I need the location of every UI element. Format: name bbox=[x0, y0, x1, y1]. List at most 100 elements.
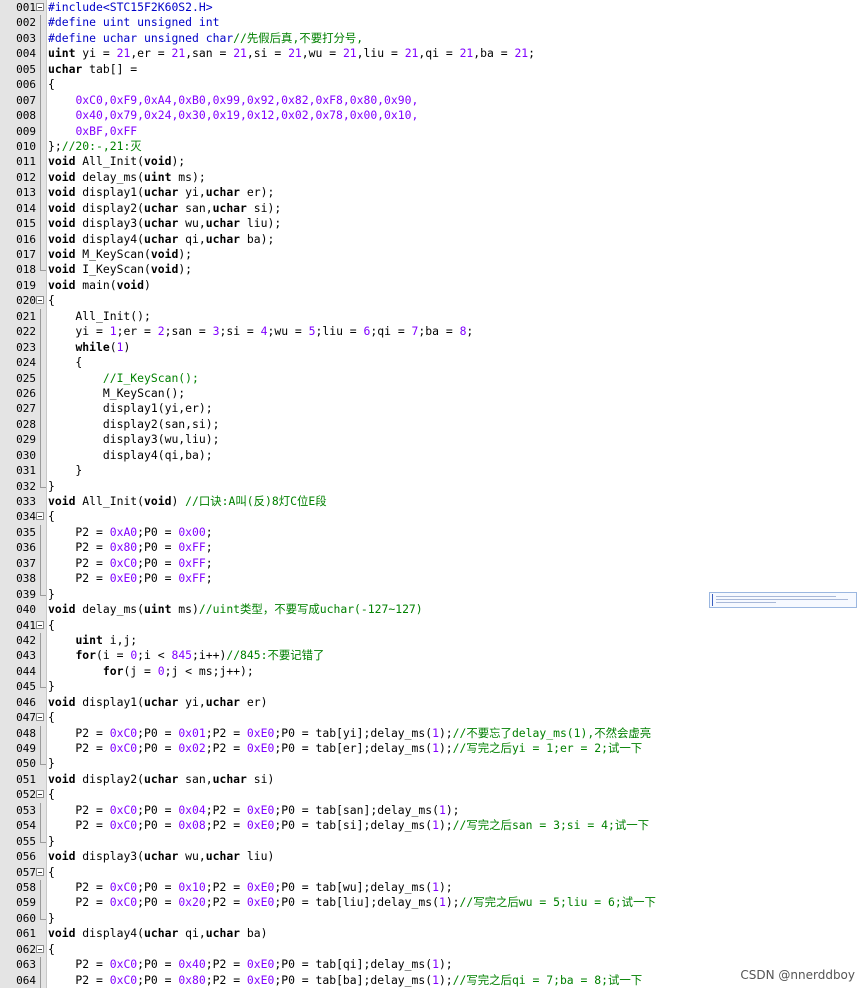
code-text[interactable]: } bbox=[48, 679, 55, 694]
code-text[interactable]: //I_KeyScan(); bbox=[48, 371, 199, 386]
code-line[interactable]: 058 P2 = 0xC0;P0 = 0x10;P2 = 0xE0;P0 = t… bbox=[0, 879, 865, 896]
code-text[interactable]: { bbox=[48, 865, 55, 880]
code-line[interactable]: 045} bbox=[0, 679, 865, 694]
code-text[interactable]: void I_KeyScan(void); bbox=[48, 262, 192, 277]
code-lines[interactable]: 001 #include<STC15F2K60S2.H> 002 #define ui… bbox=[0, 0, 865, 988]
code-text[interactable]: { bbox=[48, 710, 55, 725]
code-text[interactable]: 0xBF,0xFF bbox=[48, 124, 137, 139]
code-line[interactable]: 019 void main(void) bbox=[0, 278, 865, 293]
code-line[interactable]: 027 display1(yi,er); bbox=[0, 401, 865, 417]
code-line[interactable]: 008 0x40,0x79,0x24,0x30,0x19,0x12,0x02,0… bbox=[0, 108, 865, 124]
code-line[interactable]: 016 void display4(uchar qi,uchar ba); bbox=[0, 231, 865, 247]
code-line[interactable]: 034 { bbox=[0, 509, 865, 524]
code-line[interactable]: 035 P2 = 0xA0;P0 = 0x00; bbox=[0, 524, 865, 541]
code-line[interactable]: 010};//20:-,21:灭 bbox=[0, 138, 865, 155]
code-text[interactable]: display1(yi,er); bbox=[48, 401, 213, 416]
code-line[interactable]: 014 void display2(uchar san,uchar si); bbox=[0, 200, 865, 217]
code-line[interactable]: 052 { bbox=[0, 787, 865, 802]
code-text[interactable]: void display1(uchar yi,uchar er); bbox=[48, 185, 274, 200]
code-text[interactable]: for(i = 0;i < 845;i++)//845:不要记错了 bbox=[48, 648, 324, 663]
code-line[interactable]: 006 { bbox=[0, 77, 865, 93]
code-line[interactable]: 022 yi = 1;er = 2;san = 3;si = 4;wu = 5;… bbox=[0, 324, 865, 340]
code-line[interactable]: 061 void display4(uchar qi,uchar ba) bbox=[0, 926, 865, 941]
code-text[interactable]: void display3(uchar wu,uchar liu); bbox=[48, 216, 281, 231]
fold-toggle-icon[interactable] bbox=[36, 512, 44, 521]
code-text[interactable]: } bbox=[48, 463, 82, 478]
code-text[interactable]: P2 = 0xC0;P0 = 0x10;P2 = 0xE0;P0 = tab[w… bbox=[48, 880, 452, 895]
code-text[interactable]: void display2(uchar san,uchar si) bbox=[48, 772, 274, 787]
code-text[interactable]: void All_Init(void) //口诀:A叫(反)8灯C位E段 bbox=[48, 494, 327, 509]
code-line[interactable]: 038 P2 = 0xE0;P0 = 0xFF; bbox=[0, 571, 865, 587]
code-text[interactable]: { bbox=[48, 355, 82, 370]
code-line[interactable]: 015 void display3(uchar wu,uchar liu); bbox=[0, 216, 865, 232]
code-line[interactable]: 007 0xC0,0xF9,0xA4,0xB0,0x99,0x92,0x82,0… bbox=[0, 92, 865, 109]
code-line[interactable]: 009 0xBF,0xFF bbox=[0, 123, 865, 139]
code-line[interactable]: 044 for(j = 0;j < ms;j++); bbox=[0, 663, 865, 680]
fold-toggle-icon[interactable] bbox=[36, 296, 44, 305]
code-text[interactable]: uint i,j; bbox=[48, 633, 137, 648]
code-text[interactable]: void display1(uchar yi,uchar er) bbox=[48, 695, 267, 710]
code-text[interactable]: P2 = 0xC0;P0 = 0x20;P2 = 0xE0;P0 = tab[l… bbox=[48, 895, 655, 910]
code-text[interactable]: void display4(uchar qi,uchar ba) bbox=[48, 926, 267, 941]
code-line[interactable]: 049 P2 = 0xC0;P0 = 0x02;P2 = 0xE0;P0 = t… bbox=[0, 741, 865, 757]
code-text[interactable]: display4(qi,ba); bbox=[48, 448, 213, 463]
code-line[interactable]: 054 P2 = 0xC0;P0 = 0x08;P2 = 0xE0;P0 = t… bbox=[0, 818, 865, 834]
code-text[interactable]: P2 = 0xC0;P0 = 0x40;P2 = 0xE0;P0 = tab[q… bbox=[48, 957, 452, 972]
fold-toggle-icon[interactable] bbox=[36, 790, 44, 799]
code-line[interactable]: 060} bbox=[0, 910, 865, 926]
code-text[interactable]: display3(wu,liu); bbox=[48, 432, 220, 447]
code-line[interactable]: 017 void M_KeyScan(void); bbox=[0, 247, 865, 263]
code-text[interactable]: P2 = 0xC0;P0 = 0x80;P2 = 0xE0;P0 = tab[b… bbox=[48, 973, 642, 988]
code-text[interactable]: P2 = 0xE0;P0 = 0xFF; bbox=[48, 571, 212, 586]
fold-toggle-icon[interactable] bbox=[36, 944, 44, 953]
code-line[interactable]: 062 { bbox=[0, 942, 865, 957]
code-text[interactable]: } bbox=[48, 587, 55, 602]
code-line[interactable]: 026 M_KeyScan(); bbox=[0, 385, 865, 402]
code-text[interactable]: } bbox=[48, 756, 55, 771]
code-line[interactable]: 011 void All_Init(void); bbox=[0, 154, 865, 170]
code-text[interactable]: { bbox=[48, 787, 55, 802]
code-text[interactable]: All_Init(); bbox=[48, 309, 150, 324]
code-line[interactable]: 020 { bbox=[0, 293, 865, 308]
code-line[interactable]: 025 //I_KeyScan(); bbox=[0, 370, 865, 386]
code-text[interactable]: void display2(uchar san,uchar si); bbox=[48, 201, 281, 216]
fold-toggle-icon[interactable] bbox=[36, 867, 44, 876]
code-text[interactable]: void All_Init(void); bbox=[48, 154, 185, 169]
code-line[interactable]: 032} bbox=[0, 478, 865, 494]
code-line[interactable]: 033 void All_Init(void) //口诀:A叫(反)8灯C位E段 bbox=[0, 494, 865, 509]
code-text[interactable]: void delay_ms(uint ms); bbox=[48, 170, 206, 185]
code-line[interactable]: 005 uchar tab[] = bbox=[0, 61, 865, 78]
code-line[interactable]: 057 { bbox=[0, 865, 865, 880]
code-text[interactable]: while(1) bbox=[48, 340, 130, 355]
code-text[interactable]: P2 = 0xC0;P0 = 0x08;P2 = 0xE0;P0 = tab[s… bbox=[48, 818, 649, 833]
code-line[interactable]: 023 while(1) bbox=[0, 339, 865, 356]
code-text[interactable]: M_KeyScan(); bbox=[48, 386, 185, 401]
code-text[interactable]: 0xC0,0xF9,0xA4,0xB0,0x99,0x92,0x82,0xF8,… bbox=[48, 93, 418, 108]
code-line[interactable]: 050} bbox=[0, 756, 865, 771]
code-line[interactable]: 029 display3(wu,liu); bbox=[0, 432, 865, 448]
code-line[interactable]: 024 { bbox=[0, 355, 865, 371]
code-text[interactable]: P2 = 0xC0;P0 = 0x04;P2 = 0xE0;P0 = tab[s… bbox=[48, 803, 459, 818]
code-text[interactable]: } bbox=[48, 834, 55, 849]
code-line[interactable]: 028 display2(san,si); bbox=[0, 416, 865, 433]
code-line[interactable]: 002 #define uint unsigned int bbox=[0, 15, 865, 31]
code-line[interactable]: 053 P2 = 0xC0;P0 = 0x04;P2 = 0xE0;P0 = t… bbox=[0, 802, 865, 819]
fold-toggle-icon[interactable] bbox=[36, 3, 44, 11]
code-line[interactable]: 051 void display2(uchar san,uchar si) bbox=[0, 772, 865, 787]
code-text[interactable]: P2 = 0xC0;P0 = 0xFF; bbox=[48, 556, 212, 571]
code-line[interactable]: 012 void delay_ms(uint ms); bbox=[0, 169, 865, 186]
code-line[interactable]: 030 display4(qi,ba); bbox=[0, 447, 865, 464]
code-text[interactable]: display2(san,si); bbox=[48, 417, 220, 432]
code-line[interactable]: 037 P2 = 0xC0;P0 = 0xFF; bbox=[0, 555, 865, 572]
code-text[interactable]: #include<STC15F2K60S2.H> bbox=[48, 0, 213, 15]
code-text[interactable]: { bbox=[48, 77, 55, 92]
code-text[interactable]: uchar tab[] = bbox=[48, 62, 137, 77]
code-text[interactable]: #define uint unsigned int bbox=[48, 15, 219, 30]
code-text[interactable]: void main(void) bbox=[48, 278, 151, 293]
fold-toggle-icon[interactable] bbox=[36, 713, 44, 722]
code-line[interactable]: 021 All_Init(); bbox=[0, 308, 865, 325]
code-text[interactable]: void display4(uchar qi,uchar ba); bbox=[48, 232, 274, 247]
code-line[interactable]: 003 #define uchar unsigned char//先假后真,不要打… bbox=[0, 30, 865, 47]
code-text[interactable]: void display3(uchar wu,uchar liu) bbox=[48, 849, 274, 864]
code-line[interactable]: 055} bbox=[0, 833, 865, 849]
